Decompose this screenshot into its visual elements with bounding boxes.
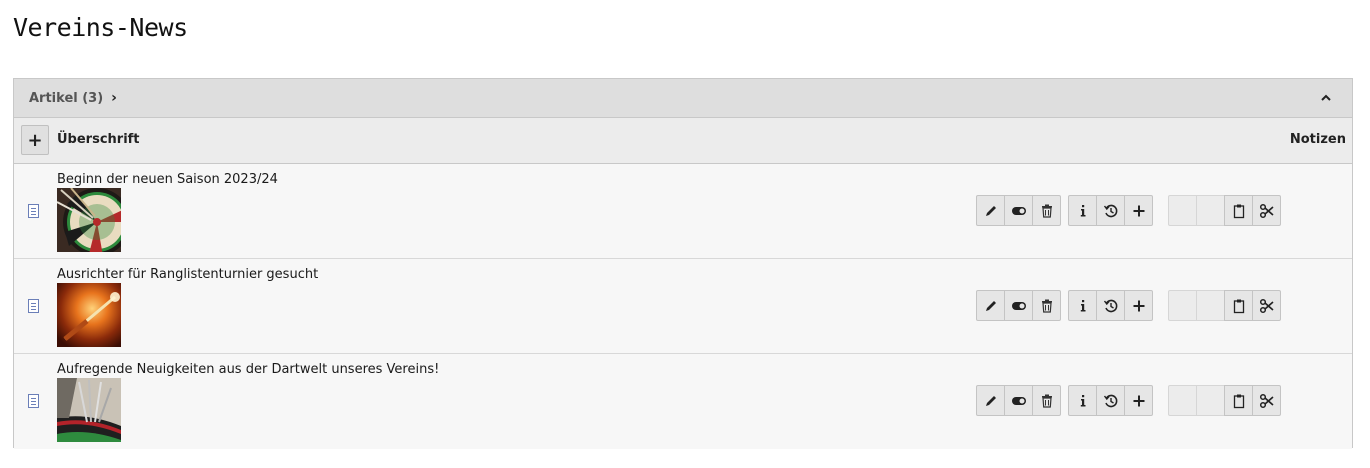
dartboard-arrows-image[interactable]	[57, 188, 121, 252]
history-icon	[1103, 299, 1117, 312]
record-actions-primary	[976, 385, 1061, 416]
pencil-icon	[985, 300, 996, 311]
empty-slot	[1196, 385, 1225, 416]
toggle-visibility-button[interactable]	[1004, 385, 1033, 416]
table-row: Aufregende Neuigkeiten aus der Dartwelt …	[14, 354, 1352, 449]
clipboard-icon	[1233, 204, 1244, 218]
history-icon	[1103, 204, 1117, 217]
plus-icon	[1133, 205, 1144, 216]
empty-slot	[1168, 385, 1197, 416]
toggle-icon	[1011, 301, 1026, 310]
pencil-icon	[985, 395, 996, 406]
scissors-icon	[1259, 298, 1274, 313]
delete-button[interactable]	[1032, 385, 1061, 416]
edit-button[interactable]	[976, 385, 1005, 416]
record-actions-primary	[976, 290, 1061, 321]
add-after-button[interactable]	[1124, 290, 1153, 321]
column-header-title[interactable]: Überschrift	[57, 132, 140, 147]
scissors-icon	[1259, 203, 1274, 218]
collapse-chevron-up-icon[interactable]	[1321, 91, 1331, 106]
delete-button[interactable]	[1032, 195, 1061, 226]
new-record-button[interactable]: +	[21, 125, 49, 155]
document-icon[interactable]	[28, 299, 39, 313]
articles-panel: Artikel (3) › + Überschrift Notizen Begi…	[13, 78, 1353, 449]
edit-button[interactable]	[976, 290, 1005, 321]
clipboard-icon	[1233, 299, 1244, 313]
info-button[interactable]	[1068, 290, 1097, 321]
record-actions-secondary	[1068, 385, 1153, 416]
edit-button[interactable]	[976, 195, 1005, 226]
toggle-icon	[1011, 396, 1026, 405]
row-title[interactable]: Beginn der neuen Saison 2023/24	[57, 172, 278, 187]
record-actions-secondary	[1068, 290, 1153, 321]
column-header-row: + Überschrift Notizen	[14, 118, 1352, 164]
empty-slot	[1168, 195, 1197, 226]
cut-button[interactable]	[1252, 385, 1281, 416]
empty-slot	[1196, 195, 1225, 226]
page-title: Vereins-News	[13, 13, 188, 42]
scissors-icon	[1259, 393, 1274, 408]
info-icon	[1080, 394, 1085, 406]
darts-in-board-image[interactable]	[57, 378, 121, 442]
info-icon	[1080, 299, 1085, 311]
toggle-visibility-button[interactable]	[1004, 290, 1033, 321]
plus-icon	[1133, 300, 1144, 311]
trash-icon	[1041, 299, 1052, 313]
trash-icon	[1041, 204, 1052, 218]
history-button[interactable]	[1096, 290, 1125, 321]
document-icon[interactable]	[28, 394, 39, 408]
history-button[interactable]	[1096, 195, 1125, 226]
add-after-button[interactable]	[1124, 385, 1153, 416]
paste-button[interactable]	[1224, 290, 1253, 321]
info-button[interactable]	[1068, 195, 1097, 226]
history-button[interactable]	[1096, 385, 1125, 416]
record-actions-primary	[976, 195, 1061, 226]
record-actions-clipboard	[1168, 385, 1281, 416]
document-icon[interactable]	[28, 204, 39, 218]
plus-icon	[1133, 395, 1144, 406]
cut-button[interactable]	[1252, 290, 1281, 321]
toggle-visibility-button[interactable]	[1004, 195, 1033, 226]
add-after-button[interactable]	[1124, 195, 1153, 226]
delete-button[interactable]	[1032, 290, 1061, 321]
empty-slot	[1196, 290, 1225, 321]
cut-button[interactable]	[1252, 195, 1281, 226]
toggle-icon	[1011, 206, 1026, 215]
table-row: Beginn der neuen Saison 2023/24	[14, 164, 1352, 259]
info-icon	[1080, 204, 1085, 216]
history-icon	[1103, 394, 1117, 407]
pencil-icon	[985, 205, 996, 216]
panel-header-label: Artikel (3)	[29, 90, 104, 106]
row-title[interactable]: Aufregende Neuigkeiten aus der Dartwelt …	[57, 362, 439, 377]
table-row: Ausrichter für Ranglistenturnier gesucht	[14, 259, 1352, 354]
trash-icon	[1041, 394, 1052, 408]
empty-slot	[1168, 290, 1197, 321]
panel-header[interactable]: Artikel (3) ›	[14, 79, 1352, 118]
clipboard-icon	[1233, 394, 1244, 408]
record-actions-clipboard	[1168, 290, 1281, 321]
chevron-right-icon[interactable]: ›	[111, 90, 117, 106]
flying-dart-image[interactable]	[57, 283, 121, 347]
record-actions-clipboard	[1168, 195, 1281, 226]
paste-button[interactable]	[1224, 195, 1253, 226]
column-header-notes[interactable]: Notizen	[1290, 132, 1346, 147]
record-actions-secondary	[1068, 195, 1153, 226]
row-title[interactable]: Ausrichter für Ranglistenturnier gesucht	[57, 267, 318, 282]
paste-button[interactable]	[1224, 385, 1253, 416]
info-button[interactable]	[1068, 385, 1097, 416]
